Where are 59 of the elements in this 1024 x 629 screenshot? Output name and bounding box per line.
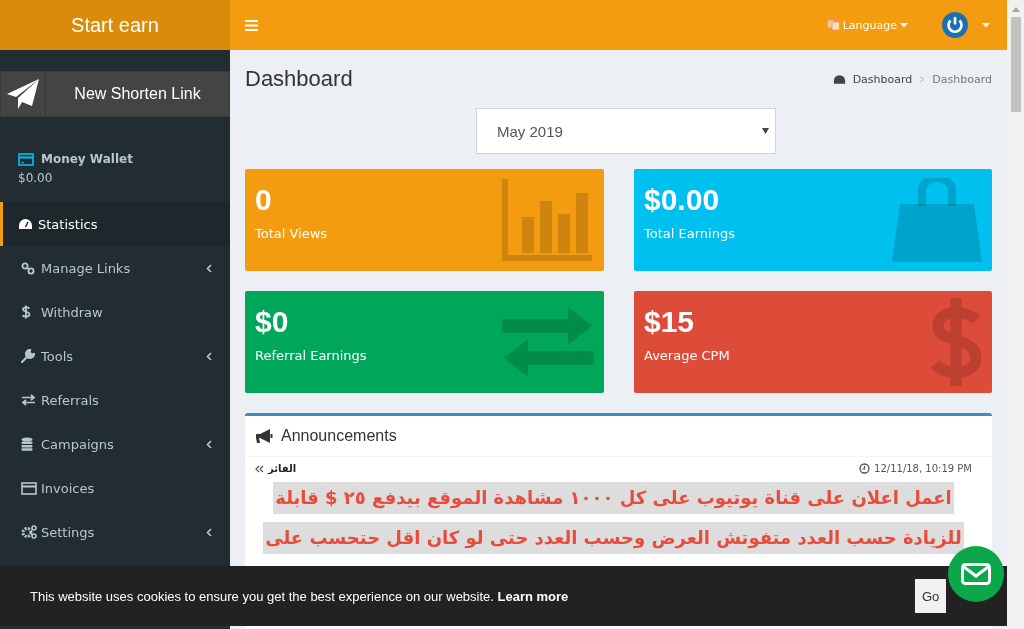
paper-plane-icon — [6, 78, 40, 110]
stat-value: $15 — [644, 305, 696, 339]
announcement-text: للزيادة حسب العدد متفوتش العرض وحسب العدد حتى لو كان اقل حتحسب على — [263, 522, 964, 554]
credit-card-icon — [21, 481, 37, 495]
panel-title: Announcements — [281, 427, 397, 445]
sidebar-item[interactable]: Referrals — [0, 378, 230, 422]
dashboard-icon — [832, 73, 846, 85]
caret-icon — [982, 22, 990, 28]
accept-cookies-button[interactable]: Go — [915, 579, 946, 613]
megaphone-icon — [255, 428, 273, 444]
stat-label: Total Earnings — [644, 226, 735, 241]
double-chevron-icon — [255, 464, 264, 473]
stat-value: 0 — [255, 183, 273, 217]
cookie-message: This website uses cookies to ensure you get the best experience on our website. Learn more — [30, 588, 569, 604]
wallet-amount: $0.00 — [18, 171, 54, 185]
stat-value: $0.00 — [644, 183, 721, 217]
stat-label: Average CPM — [644, 348, 730, 363]
scroll-up-icon[interactable] — [1011, 7, 1020, 12]
sidebar-item[interactable]: Campaigns — [0, 422, 230, 466]
wallet-label: Money Wallet — [41, 152, 133, 166]
scrollbar[interactable] — [1007, 0, 1024, 629]
announcement-text: اعمل اعلان على قناة يوتيوب على كل ١٠٠٠ مشاهدة الموقع بيدفع ٢٥ $ قابلة — [273, 482, 954, 514]
user-menu[interactable] — [942, 12, 990, 38]
exchange-icon — [502, 307, 594, 377]
clock-icon — [859, 463, 871, 474]
sidebar-item[interactable]: Statistics — [0, 202, 230, 246]
exchange-icon — [21, 394, 36, 406]
scroll-thumb[interactable] — [1010, 17, 1021, 112]
link-icon — [21, 261, 35, 275]
stat-value: $0 — [255, 305, 290, 339]
wrench-icon — [21, 349, 35, 363]
power-icon — [942, 12, 968, 38]
bar-chart-icon — [502, 179, 594, 261]
author-name: الفائز — [268, 463, 297, 474]
dashboard-icon — [18, 218, 33, 230]
month-select[interactable]: May 2019 — [476, 108, 776, 154]
breadcrumb-link[interactable]: Dashboard — [932, 72, 992, 86]
language-icon — [826, 19, 840, 31]
database-icon — [21, 437, 33, 451]
stat-label: Total Views — [255, 226, 328, 241]
sidebar-item[interactable]: Settings — [0, 510, 230, 554]
caret-icon — [762, 128, 769, 134]
caret-icon — [900, 22, 908, 28]
sidebar-item[interactable]: Invoices — [0, 466, 230, 510]
stat-label: Referral Earnings — [255, 348, 367, 363]
dollar-icon — [21, 305, 31, 319]
mail-icon — [961, 563, 991, 585]
breadcrumb-link[interactable]: Dashboard — [852, 72, 913, 86]
sidebar-item[interactable]: Manage Links — [0, 246, 230, 290]
sidebar-item[interactable]: Tools — [0, 334, 230, 378]
gears-icon — [21, 525, 37, 539]
post-time: 12/11/18, 10:19 PM — [874, 463, 972, 474]
new-shorten-link-button[interactable]: New Shorten Link — [0, 71, 230, 117]
dollar-icon — [930, 296, 982, 388]
learn-more-link[interactable]: Learn more — [497, 588, 569, 604]
sidebar-item[interactable]: Withdraw — [0, 290, 230, 334]
shopping-bag-icon — [892, 178, 982, 262]
page-title: Dashboard — [245, 66, 353, 92]
credit-card-icon — [18, 152, 34, 166]
